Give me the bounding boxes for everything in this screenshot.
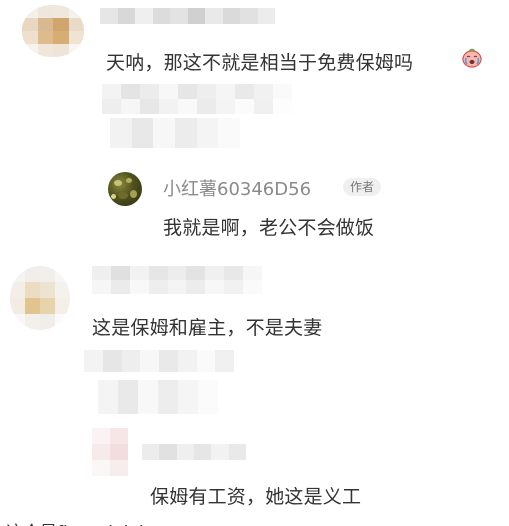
username-blurred[interactable] — [100, 8, 275, 24]
partial-comment-text: 这个是fine wink.h — [6, 518, 150, 526]
username-blurred[interactable] — [142, 444, 246, 460]
crying-face-emoji-icon — [462, 48, 482, 68]
comment-text: 保姆有工资，她这是义工 — [150, 486, 362, 508]
reply-text: 我就是啊，老公不会做饭 — [163, 217, 375, 239]
user-avatar-blurred[interactable] — [92, 428, 128, 476]
comment-meta-blurred — [84, 350, 234, 372]
author-avatar[interactable] — [108, 172, 142, 206]
comment-thread: { "comments": [ { "text": "天呐，那这不就是相当于免费… — [0, 0, 509, 526]
comment-text: 天呐，那这不就是相当于免费保姆吗 — [106, 52, 414, 74]
username-blurred[interactable] — [92, 266, 262, 294]
comment-text: 这是保姆和雇主，不是夫妻 — [92, 317, 323, 339]
comment-actions-blurred[interactable] — [110, 118, 240, 148]
comment-actions-blurred[interactable] — [98, 380, 218, 414]
author-badge: 作者 — [343, 178, 382, 196]
author-username[interactable]: 小红薯60346D56 — [163, 175, 311, 201]
comment-meta-blurred — [102, 84, 292, 114]
user-avatar-blurred[interactable] — [10, 266, 70, 330]
user-avatar-blurred[interactable] — [22, 5, 84, 57]
